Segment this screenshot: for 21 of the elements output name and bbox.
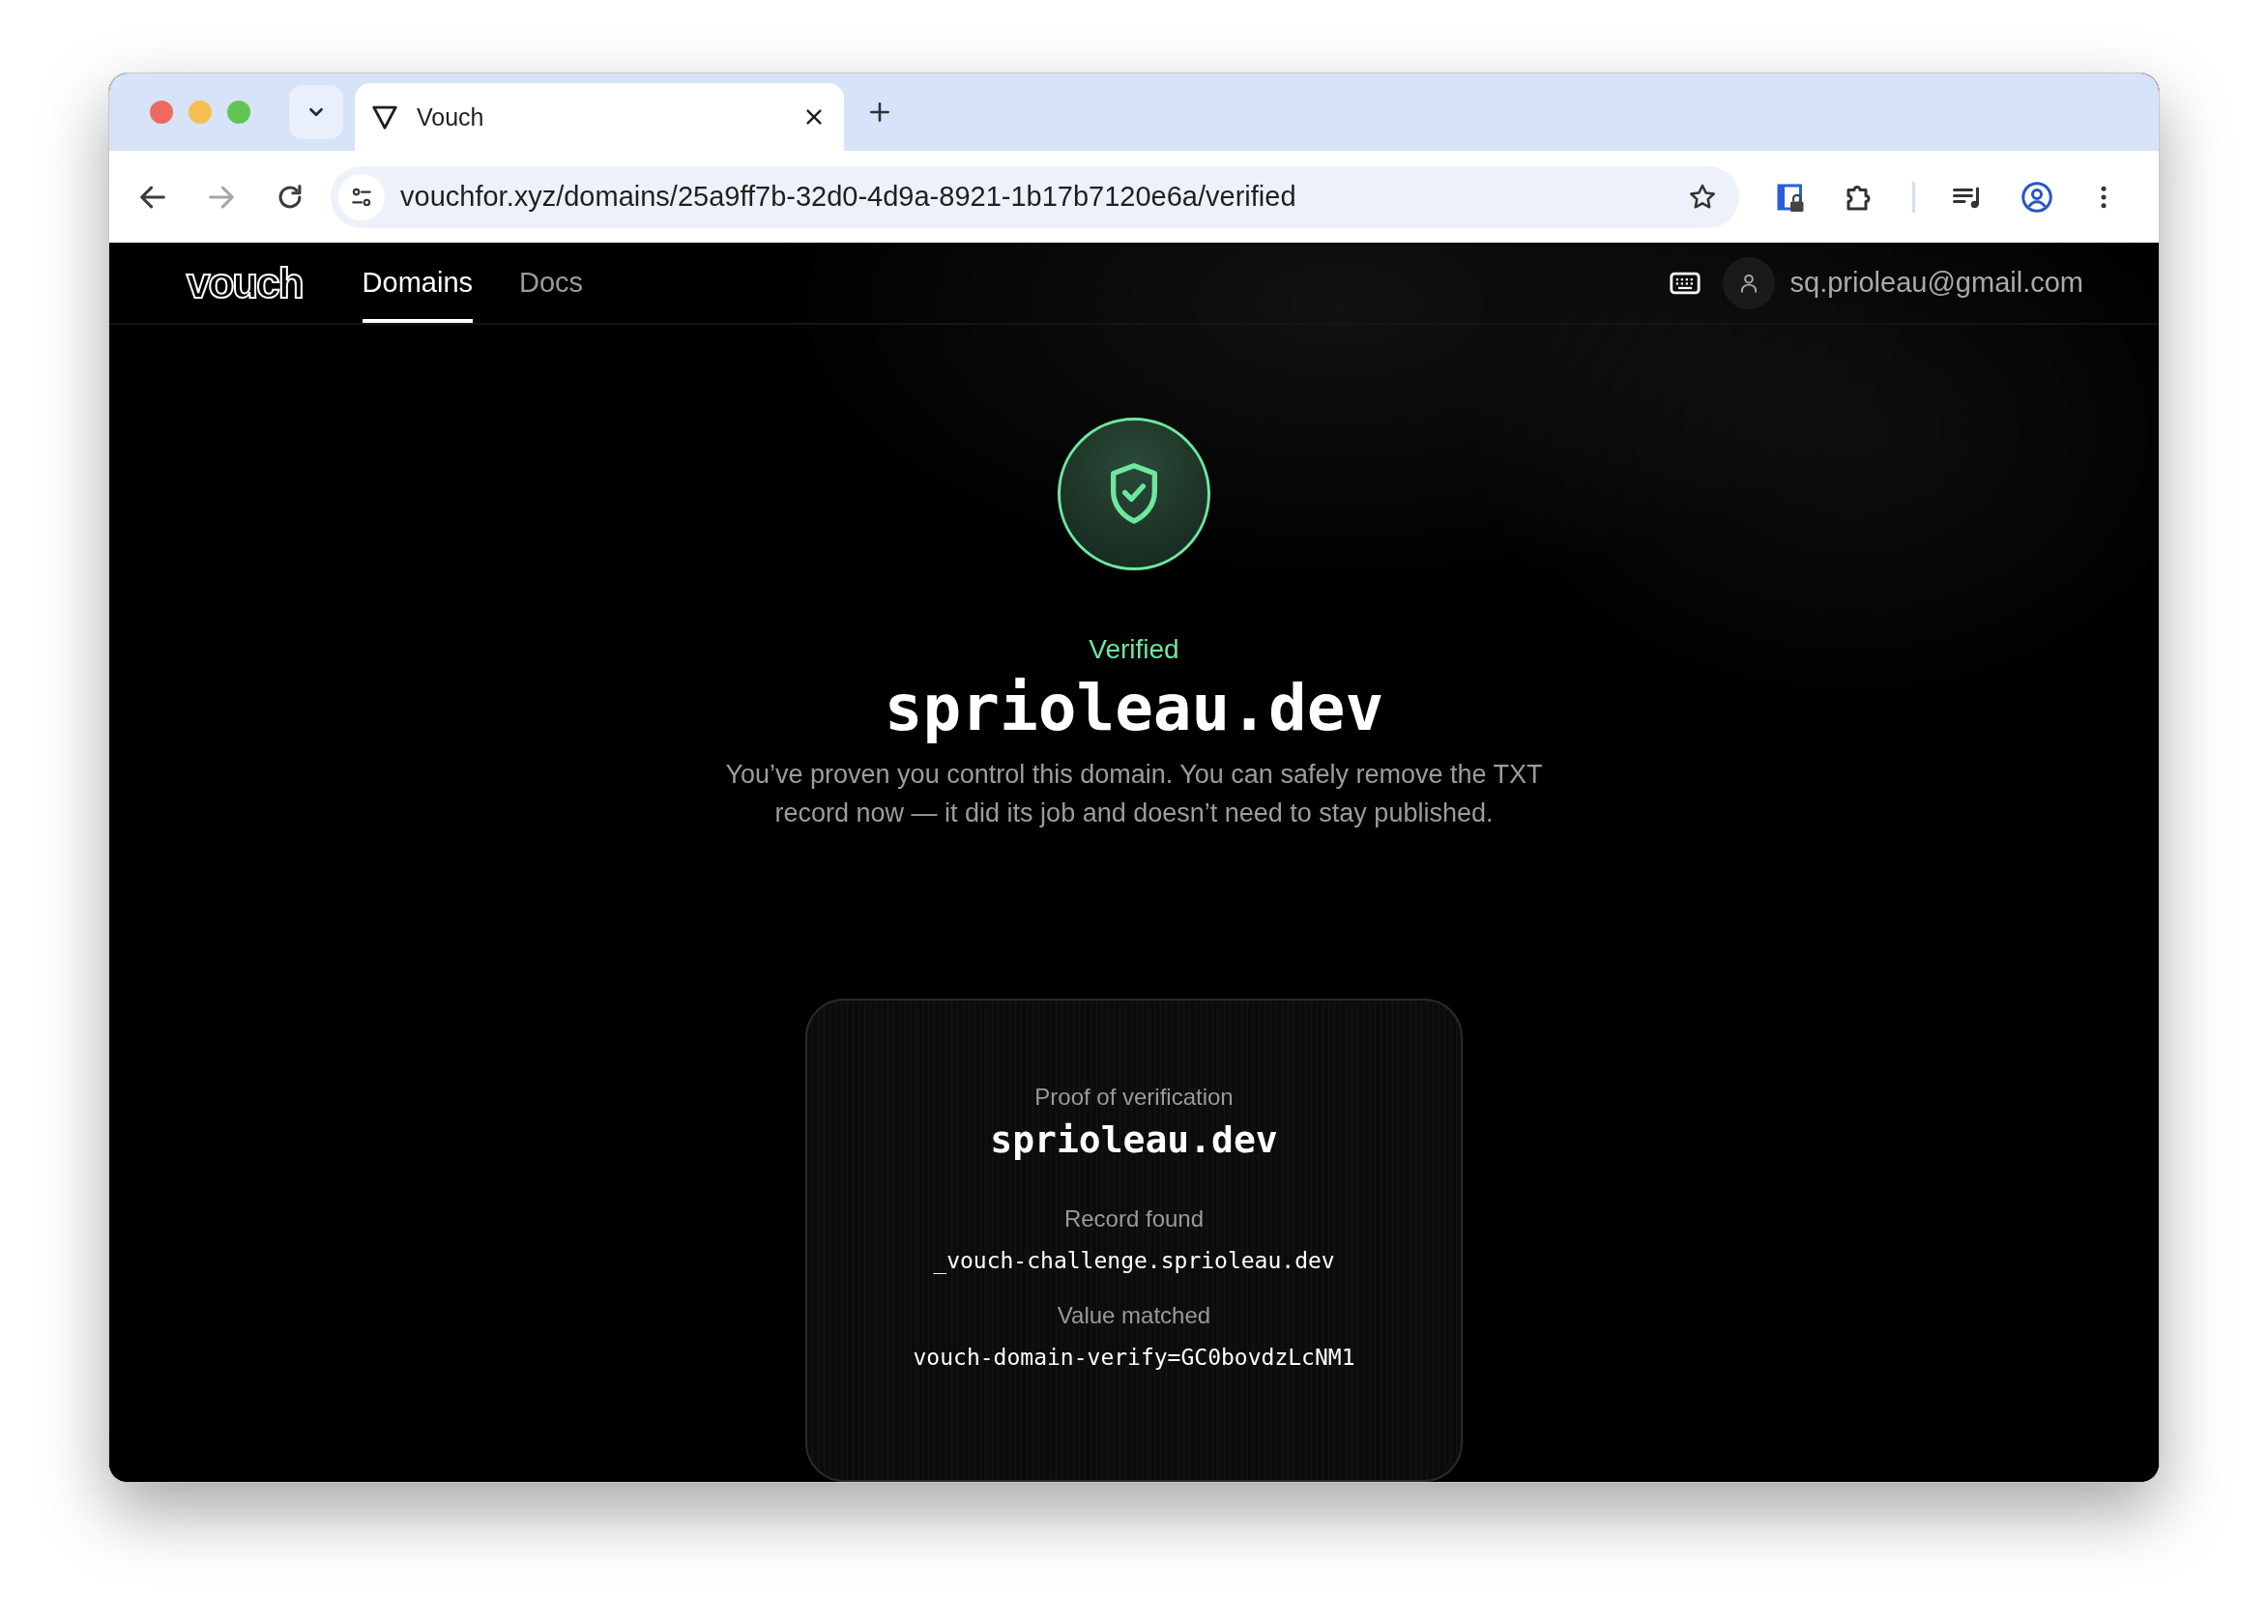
site-settings-icon[interactable] — [338, 173, 385, 220]
field-label: Record found — [1063, 1205, 1205, 1232]
status-label: Verified — [1089, 634, 1179, 665]
domain-heading: sprioleau.dev — [884, 671, 1384, 745]
field-value: vouch-domain-verify=GC0bovdzLcNM1 — [913, 1345, 1355, 1370]
vouch-logo[interactable]: vouch — [187, 258, 303, 307]
user-email: sq.prioleau@gmail.com — [1789, 267, 2083, 299]
url-text: vouchfor.xyz/domains/25a9ff7b-32d0-4d9a-8921-1b17b7120e6a/verified — [400, 181, 1297, 213]
field-label: Value matched — [1057, 1302, 1211, 1329]
field-value: _vouch-challenge.sprioleau.dev — [933, 1248, 1335, 1273]
address-bar[interactable]: vouchfor.xyz/domains/25a9ff7b-32d0-4d9a-8921-1b17b7120e6a/verified — [331, 165, 1739, 228]
close-icon[interactable] — [803, 106, 825, 128]
nav-tab[interactable]: Domains — [362, 243, 473, 323]
plus-icon[interactable] — [867, 100, 892, 125]
browser-tab[interactable]: Vouch — [355, 83, 844, 151]
profile-icon[interactable] — [2020, 179, 2054, 215]
card-domain: sprioleau.dev — [990, 1118, 1278, 1161]
card-title: Proof of verification — [1034, 1084, 1234, 1111]
status-message: You’ve proven you control this domain. You can safely remove the TXT record now — it did its job and doesn’t need to stay published. — [724, 759, 1544, 829]
nav-tab[interactable]: Docs — [519, 243, 584, 323]
tab-title: Vouch — [417, 102, 485, 131]
